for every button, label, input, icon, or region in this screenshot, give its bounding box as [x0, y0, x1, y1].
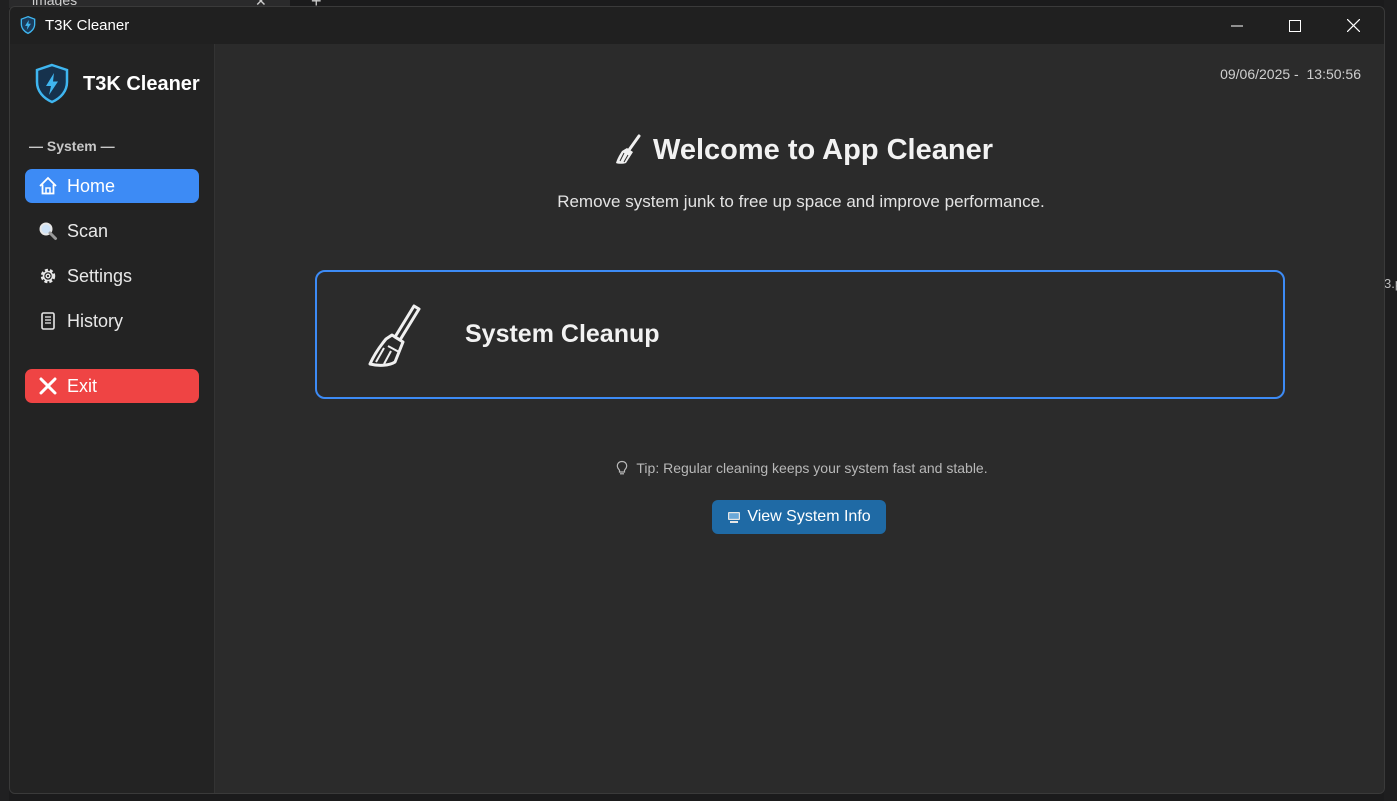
minimize-button[interactable]: [1208, 7, 1266, 44]
nav-item-scan[interactable]: Scan: [25, 214, 199, 248]
computer-icon: [728, 512, 741, 523]
background-right-text: 3.p: [1384, 276, 1397, 291]
tip-text: Tip: Regular cleaning keeps your system …: [636, 460, 988, 476]
maximize-icon: [1289, 19, 1301, 32]
nav-item-label: Home: [67, 175, 116, 196]
tip-text-row: Tip: Regular cleaning keeps your system …: [216, 460, 1384, 476]
datetime-display: 09/06/2025 - 13:50:56: [1220, 66, 1361, 82]
exit-button[interactable]: Exit: [25, 369, 199, 403]
system-cleanup-label: System Cleanup: [465, 320, 660, 348]
close-button[interactable]: [1324, 7, 1382, 44]
background-left-edge: [0, 0, 9, 801]
minimize-icon: [1231, 25, 1243, 26]
welcome-heading: Welcome to App Cleaner: [216, 132, 1384, 168]
window-title: T3K Cleaner: [45, 17, 130, 34]
broom-icon: [368, 304, 421, 367]
close-x-icon: [37, 375, 59, 397]
brand-name: T3K Cleaner: [83, 73, 200, 95]
nav-item-history[interactable]: History: [25, 304, 199, 338]
nav-item-settings[interactable]: Settings: [25, 259, 199, 293]
home-icon: [37, 175, 59, 197]
gear-icon: [37, 265, 59, 287]
section-label-system: — System —: [29, 138, 115, 154]
app-shield-icon: [20, 15, 36, 35]
app-window: T3K Cleaner T3K Cleaner — System — Home: [9, 6, 1385, 794]
scroll-icon: [37, 310, 59, 332]
nav-item-label: Settings: [67, 265, 133, 286]
title-bar[interactable]: T3K Cleaner: [10, 7, 1384, 44]
nav-item-home[interactable]: Home: [25, 169, 199, 203]
maximize-button[interactable]: [1266, 7, 1324, 44]
logo-shield-icon: [35, 63, 69, 104]
background-right-edge: [1384, 0, 1397, 801]
magnifier-icon: [37, 220, 59, 242]
view-system-info-button[interactable]: View System Info: [712, 500, 886, 534]
exit-label: Exit: [67, 375, 98, 396]
nav-item-label: History: [67, 310, 124, 331]
welcome-title: Welcome to App Cleaner: [652, 133, 993, 166]
broom-icon: [615, 134, 641, 164]
close-icon: [1346, 19, 1360, 32]
nav-item-label: Scan: [67, 220, 109, 241]
welcome-subtitle: Remove system junk to free up space and …: [557, 192, 1045, 211]
view-system-info-label: View System Info: [747, 508, 871, 525]
system-cleanup-card[interactable]: System Cleanup: [315, 270, 1285, 399]
main-content: 09/06/2025 - 13:50:56 Welcome to App Cle…: [216, 44, 1384, 793]
sidebar: T3K Cleaner — System — Home Scan Setting…: [10, 44, 215, 793]
lightbulb-icon: [617, 460, 628, 475]
